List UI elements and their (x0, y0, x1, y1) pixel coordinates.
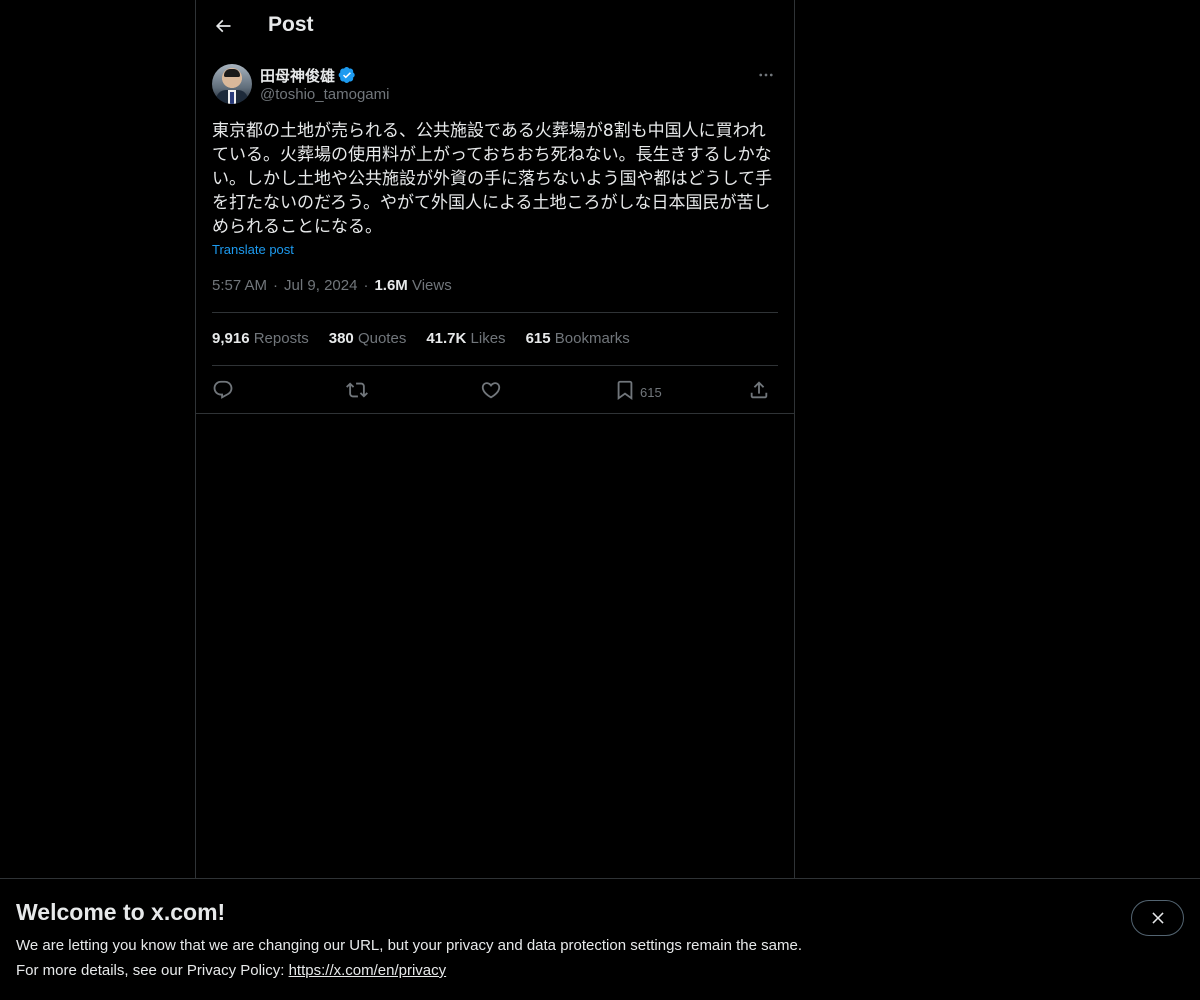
primary-column: Post 田母神俊雄 @toshio_tamogami 東京都の土地が売られる、… (195, 0, 795, 1000)
privacy-policy-link[interactable]: https://x.com/en/privacy (289, 962, 447, 979)
post-date[interactable]: Jul 9, 2024 (284, 277, 357, 294)
share-button[interactable] (748, 376, 770, 404)
repost-icon (346, 382, 368, 398)
arrow-left-icon (215, 19, 231, 33)
post-author: 田母神俊雄 @toshio_tamogami (212, 64, 778, 108)
views-label: Views (411, 277, 452, 294)
divider (196, 413, 794, 414)
divider (212, 365, 778, 366)
divider (212, 312, 778, 313)
bookmarks-count: 615 (525, 330, 551, 347)
quotes-count: 380 (328, 330, 354, 347)
banner-message: We are letting you know that we are chan… (16, 937, 802, 954)
banner-privacy-prefix: For more details, see our Privacy Policy… (16, 962, 289, 979)
back-button[interactable] (206, 9, 240, 43)
repost-button[interactable] (346, 376, 368, 404)
post-time[interactable]: 5:57 AM (212, 277, 267, 294)
post-actions: 615 (212, 376, 778, 404)
post-stats: 9,916 Reposts 380 Quotes 41.7K Likes 615 Bo… (212, 330, 650, 347)
more-dots-icon (759, 73, 773, 77)
reposts-stat[interactable]: 9,916 Reposts (212, 330, 309, 347)
likes-label: Likes (470, 330, 506, 347)
author-handle[interactable]: @toshio_tamogami (260, 86, 389, 103)
like-button[interactable] (480, 376, 502, 404)
reposts-count: 9,916 (212, 330, 250, 347)
bookmark-button[interactable]: 615 (614, 376, 662, 404)
meta-separator: · (363, 277, 369, 294)
quotes-stat[interactable]: 380 Quotes (329, 330, 407, 347)
banner-privacy-text: For more details, see our Privacy Policy… (16, 962, 446, 979)
meta-separator: · (273, 277, 279, 294)
post-text: 東京都の土地が売られる、公共施設である火葬場が8割も中国人に買われている。火葬場… (212, 121, 773, 237)
bookmarks-label: Bookmarks (554, 330, 630, 347)
verified-badge-icon (338, 66, 355, 84)
quotes-label: Quotes (357, 330, 407, 347)
heart-icon (481, 382, 501, 399)
translate-post-link[interactable]: Translate post (212, 242, 294, 257)
views-count: 1.6M (374, 277, 408, 294)
banner-title: Welcome to x.com! (16, 899, 226, 925)
close-icon (1151, 912, 1164, 924)
bookmark-count: 615 (640, 384, 662, 400)
bookmark-icon (617, 380, 633, 401)
close-banner-button[interactable] (1131, 900, 1184, 936)
author-display-name[interactable]: 田母神俊雄 (260, 65, 335, 86)
avatar[interactable] (212, 64, 252, 104)
bookmarks-stat[interactable]: 615 Bookmarks (526, 330, 630, 347)
reply-icon (213, 380, 233, 399)
likes-count: 41.7K (426, 330, 467, 347)
share-icon (750, 381, 768, 399)
welcome-banner: Welcome to x.com! We are letting you kno… (0, 878, 1200, 1000)
reply-button[interactable] (212, 376, 234, 404)
page-title: Post (268, 13, 314, 36)
reposts-label: Reposts (253, 330, 309, 347)
likes-stat[interactable]: 41.7K Likes (426, 330, 505, 347)
more-options-button[interactable] (754, 64, 778, 86)
post-header: Post (196, 0, 794, 53)
post-meta: 5:57 AM · Jul 9, 2024 · 1.6M Views (212, 277, 452, 294)
